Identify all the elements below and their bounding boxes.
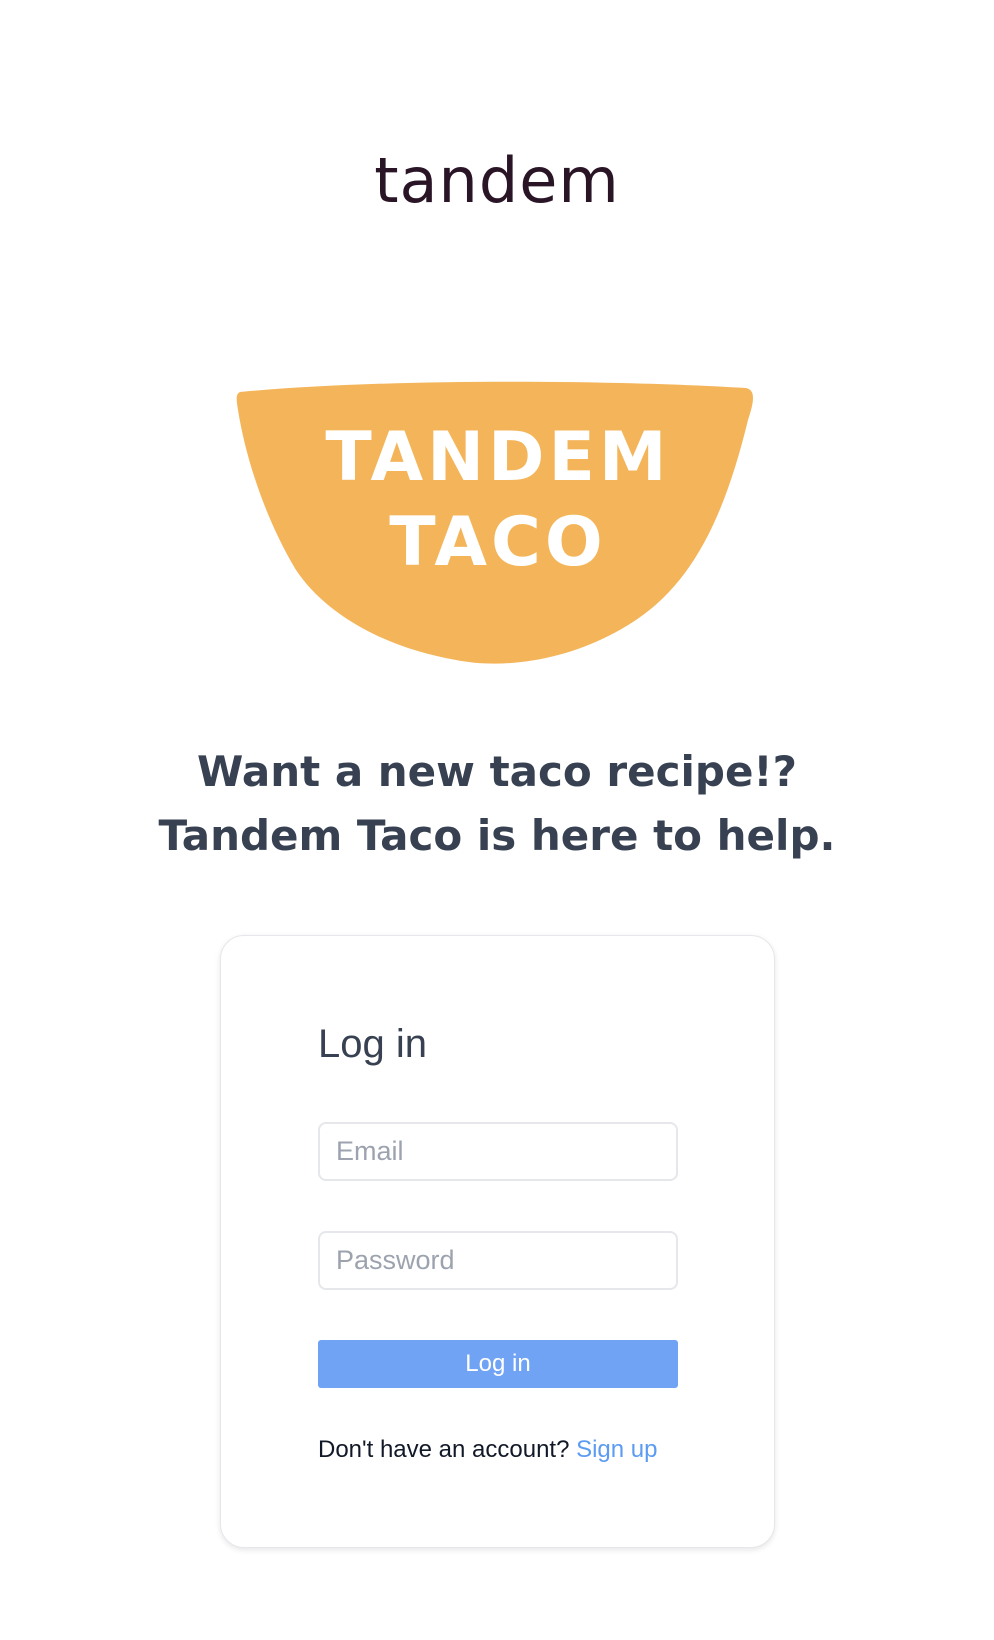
login-card: Log in Log in Don't have an account? Sig… xyxy=(220,935,775,1548)
login-button[interactable]: Log in xyxy=(318,1340,678,1388)
brand-logo: tandem xyxy=(374,144,620,217)
signup-link[interactable]: Sign up xyxy=(576,1436,657,1463)
email-input[interactable] xyxy=(318,1122,678,1181)
taco-shell-icon: TANDEM TACO xyxy=(236,381,754,664)
tagline-line-1: Want a new taco recipe!? xyxy=(197,747,797,796)
tandem-taco-logo: TANDEM TACO xyxy=(236,380,756,670)
signup-row: Don't have an account? Sign up xyxy=(318,1438,678,1462)
login-title: Log in xyxy=(318,1022,427,1066)
logo-line-1: TANDEM xyxy=(325,418,670,497)
logo-line-2: TACO xyxy=(389,503,606,582)
signup-prompt: Don't have an account? xyxy=(318,1436,577,1463)
tagline: Want a new taco recipe!? Tandem Taco is … xyxy=(0,740,994,868)
password-input[interactable] xyxy=(318,1231,678,1290)
tagline-line-2: Tandem Taco is here to help. xyxy=(158,811,836,860)
